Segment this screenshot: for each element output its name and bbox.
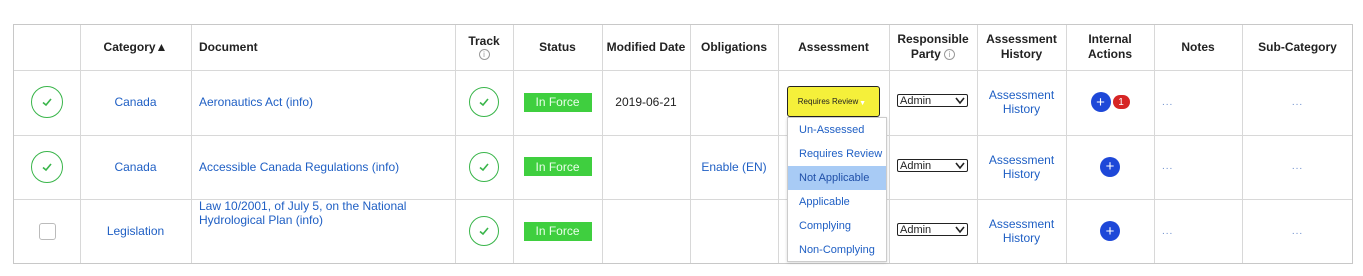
row-checked-toggle[interactable]	[31, 150, 63, 183]
category-link[interactable]: Legislation	[80, 199, 191, 263]
document-link[interactable]: Law 10/2001, of July 5, on the National …	[199, 199, 449, 263]
row-select[interactable]	[14, 135, 80, 198]
document-link[interactable]: Accessible Canada Regulations (info)	[199, 135, 449, 198]
status-badge: In Force	[523, 157, 592, 176]
add-action-button[interactable]: +	[1100, 221, 1120, 241]
header-responsible-line1: Responsible	[897, 32, 969, 46]
status-badge: In Force	[523, 221, 592, 241]
header-sub-category[interactable]: Sub-Category	[1242, 25, 1353, 69]
assessment-options-menu: Un-Assessed Requires Review Not Applicab…	[787, 117, 887, 262]
assessment-option[interactable]: Complying	[788, 214, 886, 238]
track-cell[interactable]	[455, 199, 513, 263]
check-icon	[479, 227, 489, 236]
action-count-badge: 1	[1112, 95, 1130, 109]
header-notes[interactable]: Notes	[1154, 25, 1242, 69]
responsible-party-value: Admin	[900, 94, 932, 107]
info-icon[interactable]: i	[478, 49, 490, 60]
responsible-party-select[interactable]: Admin	[897, 223, 968, 236]
category-link[interactable]: Canada	[80, 70, 191, 134]
row-checkbox[interactable]	[38, 222, 56, 240]
header-assessment[interactable]: Assessment	[778, 25, 889, 69]
header-history-line2: History	[1000, 47, 1043, 61]
assessment-option[interactable]: Un-Assessed	[788, 118, 886, 142]
header-track[interactable]: Track i	[455, 25, 513, 69]
status-cell: In Force	[513, 70, 602, 134]
history-link-line1: Assessment	[988, 152, 1055, 167]
check-icon	[479, 162, 489, 171]
header-document[interactable]: Document	[199, 25, 449, 69]
header-internal-line1: Internal	[1088, 32, 1132, 46]
add-action-button[interactable]: +	[1090, 92, 1111, 112]
header-internal-actions[interactable]: Internal Actions	[1066, 25, 1154, 69]
chevron-down-icon	[955, 97, 965, 105]
status-cell: In Force	[513, 199, 602, 263]
header-obligations[interactable]: Obligations	[690, 25, 778, 69]
add-action-button[interactable]: +	[1100, 156, 1120, 177]
header-category[interactable]: Category▲	[80, 25, 191, 69]
assessment-option-highlighted[interactable]: Not Applicable	[788, 166, 886, 190]
modified-date: 2019-06-21	[615, 95, 677, 109]
assessment-history-link[interactable]: Assessment History	[977, 135, 1066, 198]
responsible-party-select[interactable]: Admin	[897, 94, 968, 107]
row-checked-toggle[interactable]	[31, 86, 63, 118]
notes-link[interactable]: ...	[1162, 199, 1242, 263]
row-select[interactable]	[14, 70, 80, 134]
check-icon	[479, 98, 489, 107]
assessment-option[interactable]: Applicable	[788, 190, 886, 214]
document-link[interactable]: Aeronautics Act (info)	[199, 70, 449, 134]
track-toggle[interactable]	[469, 87, 499, 117]
column-divider	[191, 25, 192, 263]
assessment-history-link[interactable]: Assessment History	[977, 70, 1066, 134]
status-badge: In Force	[523, 92, 592, 112]
chevron-down-icon	[955, 226, 965, 234]
history-link-line1: Assessment	[988, 217, 1055, 231]
header-internal-line2: Actions	[1087, 47, 1132, 61]
track-cell[interactable]	[455, 135, 513, 198]
row-select[interactable]	[14, 199, 80, 263]
sub-category-link[interactable]: ...	[1242, 135, 1353, 198]
header-responsible-party[interactable]: Responsible Party i	[889, 25, 977, 69]
history-link-line1: Assessment	[988, 88, 1055, 102]
responsible-party-value: Admin	[900, 223, 932, 236]
sub-category-link[interactable]: ...	[1242, 70, 1353, 134]
assessment-option[interactable]: Requires Review	[788, 142, 886, 166]
status-cell: In Force	[513, 135, 602, 198]
internal-actions-cell: +	[1066, 135, 1154, 198]
responsible-party-value: Admin	[900, 159, 932, 172]
document-link-line2: Hydrological Plan (info)	[199, 213, 324, 227]
responsible-party-select[interactable]: Admin	[897, 159, 968, 172]
header-modified-date[interactable]: Modified Date	[602, 25, 690, 69]
header-assessment-history[interactable]: Assessment History	[977, 25, 1066, 69]
chevron-down-icon	[955, 162, 965, 170]
assessment-history-link[interactable]: Assessment History	[977, 199, 1066, 263]
check-icon	[42, 162, 52, 171]
history-link-line2: History	[1002, 231, 1041, 245]
header-status[interactable]: Status	[513, 25, 602, 69]
track-toggle[interactable]	[469, 151, 499, 182]
assessment-value: Requires Review	[797, 97, 859, 106]
sub-category-link[interactable]: ...	[1242, 199, 1353, 263]
assessment-option[interactable]: Non-Complying	[788, 238, 886, 262]
caret-down-icon: ▼	[859, 100, 866, 107]
history-link-line2: History	[1002, 166, 1041, 181]
history-link-line2: History	[1002, 102, 1041, 116]
track-cell[interactable]	[455, 70, 513, 134]
internal-actions-cell: + 1	[1066, 70, 1154, 134]
notes-link[interactable]: ...	[1162, 135, 1242, 198]
notes-link[interactable]: ...	[1162, 70, 1242, 134]
header-responsible-line2: Party i	[911, 47, 956, 62]
category-link[interactable]: Canada	[80, 135, 191, 198]
internal-actions-cell: +	[1066, 199, 1154, 263]
track-toggle[interactable]	[469, 216, 499, 246]
obligations-link[interactable]: Enable (EN)	[690, 135, 778, 198]
document-link-line1: Law 10/2001, of July 5, on the National	[199, 199, 407, 213]
info-icon[interactable]: i	[944, 49, 956, 61]
assessment-dropdown-button[interactable]: Requires Review ▼	[787, 86, 880, 117]
header-history-line1: Assessment	[986, 32, 1057, 46]
check-icon	[42, 98, 52, 107]
